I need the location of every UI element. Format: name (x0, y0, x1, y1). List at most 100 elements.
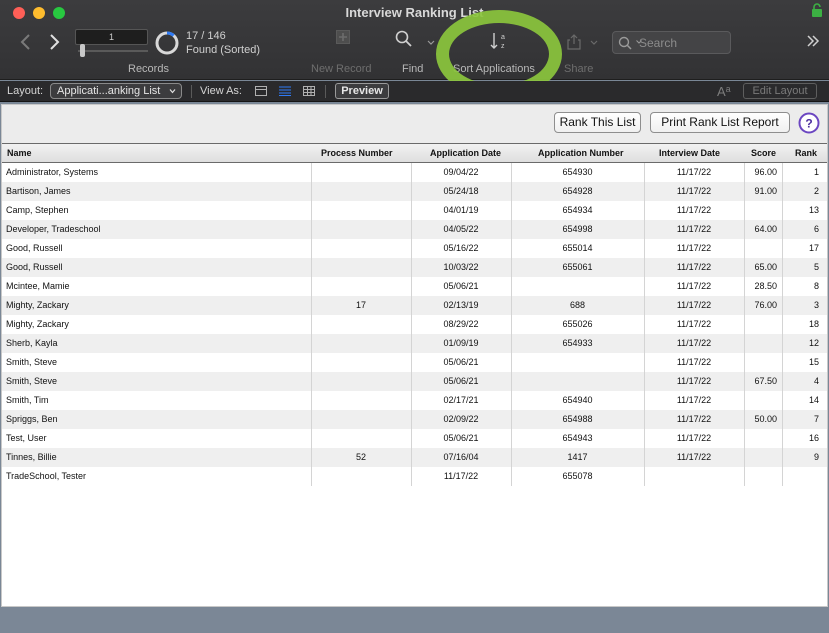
cell-score[interactable]: 64.00 (744, 220, 777, 239)
new-record-button[interactable] (336, 30, 350, 44)
cell-interview-date[interactable]: 11/17/22 (644, 296, 744, 315)
cell-score[interactable] (744, 334, 777, 353)
cell-application-date[interactable]: 05/06/21 (411, 429, 511, 448)
cell-rank[interactable]: 2 (782, 182, 819, 201)
cell-application-number[interactable]: 654928 (511, 182, 644, 201)
share-button[interactable] (567, 34, 581, 50)
cell-application-date[interactable]: 05/06/21 (411, 353, 511, 372)
cell-score[interactable] (744, 239, 777, 258)
cell-score[interactable] (744, 448, 777, 467)
cell-score[interactable]: 76.00 (744, 296, 777, 315)
table-row[interactable]: Administrator, Systems 09/04/22 654930 11/1… (2, 163, 827, 182)
cell-application-number[interactable]: 654988 (511, 410, 644, 429)
cell-rank[interactable]: 14 (782, 391, 819, 410)
cell-name[interactable]: Developer, Tradeschool (6, 220, 306, 239)
cell-application-number[interactable]: 655061 (511, 258, 644, 277)
cell-interview-date[interactable]: 11/17/22 (644, 391, 744, 410)
layout-select[interactable]: Applicati...anking List (50, 83, 182, 99)
current-record-input[interactable]: 1 (75, 29, 148, 45)
cell-name[interactable]: Spriggs, Ben (6, 410, 306, 429)
share-menu-chevron-icon[interactable] (590, 40, 598, 45)
table-row[interactable]: Smith, Steve 05/06/21 11/17/22 67.50 4 (2, 372, 827, 391)
cell-name[interactable]: Smith, Steve (6, 353, 306, 372)
cell-process-number[interactable]: 52 (311, 448, 411, 467)
cell-process-number[interactable] (311, 410, 411, 429)
cell-process-number[interactable]: 17 (311, 296, 411, 315)
edit-layout-button[interactable]: Edit Layout (743, 83, 817, 99)
cell-interview-date[interactable]: 11/17/22 (644, 372, 744, 391)
cell-application-number[interactable] (511, 353, 644, 372)
cell-application-date[interactable]: 11/17/22 (411, 467, 511, 486)
cell-application-date[interactable]: 01/09/19 (411, 334, 511, 353)
cell-rank[interactable]: 8 (782, 277, 819, 296)
cell-process-number[interactable] (311, 163, 411, 182)
cell-application-date[interactable]: 02/09/22 (411, 410, 511, 429)
column-header-application-date[interactable]: Application Date (430, 148, 501, 158)
cell-score[interactable]: 28.50 (744, 277, 777, 296)
cell-application-number[interactable]: 654934 (511, 201, 644, 220)
cell-interview-date[interactable]: 11/17/22 (644, 239, 744, 258)
table-row[interactable]: Test, User 05/06/21 654943 11/17/22 16 (2, 429, 827, 448)
cell-name[interactable]: Bartison, James (6, 182, 306, 201)
table-row[interactable]: Good, Russell 05/16/22 655014 11/17/22 17 (2, 239, 827, 258)
previous-record-icon[interactable] (19, 33, 33, 51)
cell-application-date[interactable]: 05/06/21 (411, 277, 511, 296)
table-row[interactable]: Smith, Steve 05/06/21 11/17/22 15 (2, 353, 827, 372)
print-rank-list-report-button[interactable]: Print Rank List Report (650, 112, 790, 133)
cell-application-number[interactable]: 655026 (511, 315, 644, 334)
cell-application-number[interactable]: 655014 (511, 239, 644, 258)
table-row[interactable]: Tinnes, Billie 52 07/16/04 1417 11/17/22 9 (2, 448, 827, 467)
cell-application-date[interactable]: 08/29/22 (411, 315, 511, 334)
cell-process-number[interactable] (311, 467, 411, 486)
cell-interview-date[interactable]: 11/17/22 (644, 258, 744, 277)
cell-name[interactable]: Good, Russell (6, 258, 306, 277)
cell-application-date[interactable]: 02/13/19 (411, 296, 511, 315)
record-slider-handle[interactable] (80, 44, 85, 57)
table-row[interactable]: Mighty, Zackary 08/29/22 655026 11/17/22 18 (2, 315, 827, 334)
cell-application-date[interactable]: 02/17/21 (411, 391, 511, 410)
cell-score[interactable] (744, 391, 777, 410)
cell-score[interactable]: 65.00 (744, 258, 777, 277)
cell-interview-date[interactable]: 11/17/22 (644, 429, 744, 448)
cell-score[interactable] (744, 467, 777, 486)
cell-score[interactable]: 96.00 (744, 163, 777, 182)
cell-score[interactable] (744, 353, 777, 372)
cell-rank[interactable]: 16 (782, 429, 819, 448)
cell-name[interactable]: Smith, Steve (6, 372, 306, 391)
cell-application-number[interactable]: 654933 (511, 334, 644, 353)
cell-process-number[interactable] (311, 334, 411, 353)
cell-application-number[interactable]: 655078 (511, 467, 644, 486)
find-button[interactable] (395, 30, 413, 48)
cell-application-date[interactable]: 04/05/22 (411, 220, 511, 239)
cell-rank[interactable]: 6 (782, 220, 819, 239)
cell-interview-date[interactable]: 11/17/22 (644, 353, 744, 372)
cell-process-number[interactable] (311, 315, 411, 334)
cell-rank[interactable]: 7 (782, 410, 819, 429)
cell-score[interactable] (744, 315, 777, 334)
cell-name[interactable]: Tinnes, Billie (6, 448, 306, 467)
column-header-process-number[interactable]: Process Number (321, 148, 393, 158)
cell-process-number[interactable] (311, 220, 411, 239)
cell-application-date[interactable]: 09/04/22 (411, 163, 511, 182)
table-row[interactable]: Smith, Tim 02/17/21 654940 11/17/22 14 (2, 391, 827, 410)
cell-rank[interactable]: 9 (782, 448, 819, 467)
cell-interview-date[interactable]: 11/17/22 (644, 315, 744, 334)
find-label[interactable]: Find (402, 63, 423, 75)
cell-name[interactable]: Sherb, Kayla (6, 334, 306, 353)
cell-interview-date[interactable]: 11/17/22 (644, 277, 744, 296)
cell-name[interactable]: Test, User (6, 429, 306, 448)
cell-process-number[interactable] (311, 372, 411, 391)
cell-name[interactable]: Administrator, Systems (6, 163, 306, 182)
column-header-interview-date[interactable]: Interview Date (659, 148, 720, 158)
cell-rank[interactable]: 12 (782, 334, 819, 353)
cell-interview-date[interactable]: 11/17/22 (644, 163, 744, 182)
cell-application-date[interactable]: 04/01/19 (411, 201, 511, 220)
cell-application-number[interactable] (511, 277, 644, 296)
cell-process-number[interactable] (311, 277, 411, 296)
help-icon[interactable]: ? (798, 112, 820, 134)
cell-application-date[interactable]: 05/24/18 (411, 182, 511, 201)
cell-application-number[interactable]: 1417 (511, 448, 644, 467)
cell-application-number[interactable]: 688 (511, 296, 644, 315)
cell-rank[interactable]: 13 (782, 201, 819, 220)
table-row[interactable]: Good, Russell 10/03/22 655061 11/17/22 65.00… (2, 258, 827, 277)
